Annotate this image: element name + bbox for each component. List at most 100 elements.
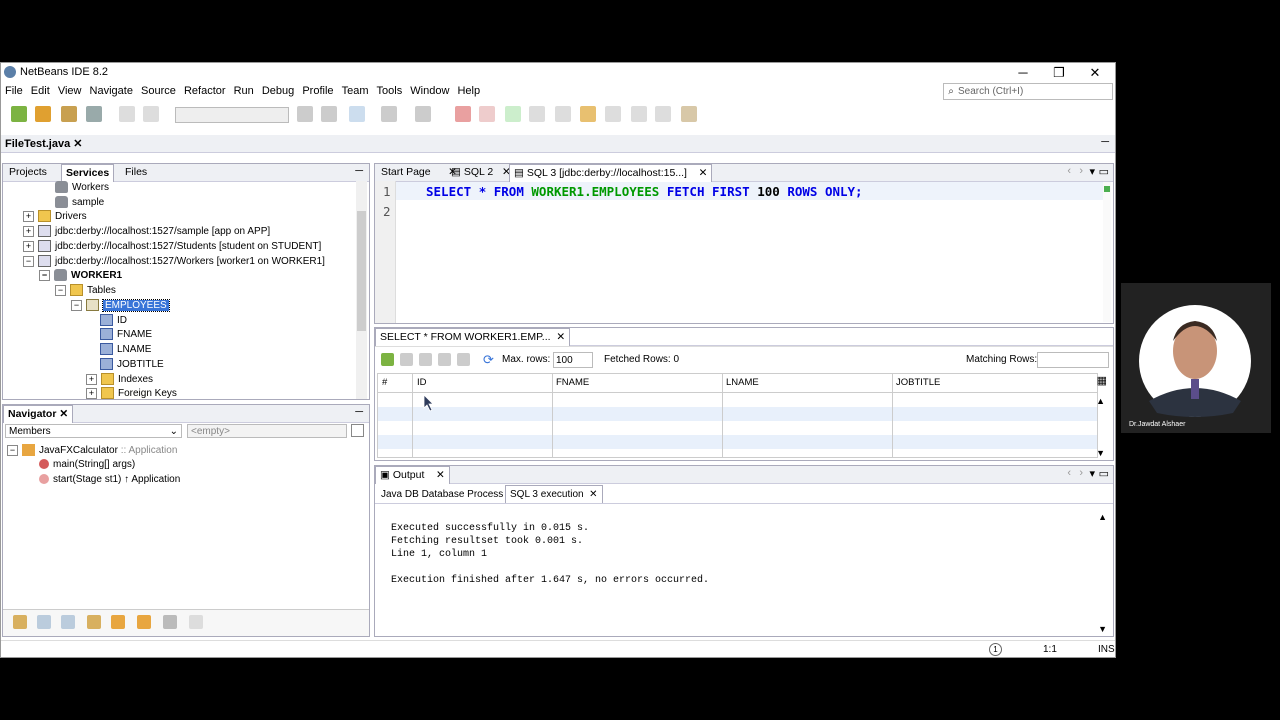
search-input[interactable]: ⌕ Search (Ctrl+I) bbox=[943, 83, 1113, 100]
tree-item[interactable]: ID bbox=[100, 313, 127, 328]
filters-icon[interactable] bbox=[351, 424, 364, 437]
expand-icon[interactable]: + bbox=[23, 240, 34, 252]
tab-sql3-execution[interactable]: SQL 3 execution ✕ bbox=[505, 485, 603, 503]
scroll-down-icon[interactable]: ▼ bbox=[1096, 448, 1105, 458]
column-chooser-icon[interactable]: ▦ bbox=[1097, 374, 1107, 387]
menu-profile[interactable]: Profile bbox=[298, 83, 333, 97]
menu-refactor[interactable]: Refactor bbox=[180, 83, 226, 97]
run-to-cursor-icon[interactable] bbox=[605, 106, 621, 122]
tree-item[interactable]: + Foreign Keys bbox=[86, 386, 177, 401]
tab-projects[interactable]: Projects bbox=[5, 164, 51, 181]
tree-item[interactable]: + Drivers bbox=[23, 209, 87, 224]
tree-item[interactable]: JOBTITLE bbox=[100, 357, 164, 372]
step-into-icon[interactable] bbox=[555, 106, 571, 122]
clean-build-icon[interactable] bbox=[321, 106, 337, 122]
sql-query[interactable]: SELECT * FROM WORKER1.EMPLOYEES FETCH FI… bbox=[426, 184, 863, 199]
members-select[interactable]: Members ⌄ bbox=[5, 424, 182, 438]
expand-icon[interactable]: + bbox=[86, 373, 97, 385]
tree-item[interactable]: − WORKER1 bbox=[39, 268, 122, 283]
column-header[interactable]: FNAME bbox=[556, 374, 589, 392]
sort-name-icon[interactable] bbox=[163, 615, 177, 629]
memory-icon[interactable] bbox=[681, 106, 697, 122]
new-file-icon[interactable] bbox=[11, 106, 27, 122]
new-project-icon[interactable] bbox=[35, 106, 51, 122]
tree-item[interactable]: start(Stage st1) ↑ Application bbox=[39, 472, 180, 487]
minimize-button[interactable]: ─ bbox=[1005, 63, 1041, 83]
tree-item[interactable]: − jdbc:derby://localhost:1527/Workers [wo… bbox=[23, 254, 325, 269]
tab-output[interactable]: ▣ Output ✕ bbox=[375, 466, 450, 484]
build-icon[interactable] bbox=[297, 106, 313, 122]
truncate-icon[interactable] bbox=[457, 353, 470, 366]
tree-item[interactable]: + jdbc:derby://localhost:1527/Students [s… bbox=[23, 239, 321, 254]
tree-item[interactable]: − Tables bbox=[55, 283, 116, 298]
apply-changes-icon[interactable] bbox=[631, 106, 647, 122]
step-out-icon[interactable] bbox=[580, 106, 596, 122]
inherited-icon[interactable] bbox=[13, 615, 27, 629]
collapse-icon[interactable]: − bbox=[23, 255, 34, 267]
step-over-icon[interactable] bbox=[529, 106, 545, 122]
undo-icon[interactable] bbox=[119, 106, 135, 122]
column-header[interactable]: JOBTITLE bbox=[896, 374, 940, 392]
maximize-icon[interactable]: ▭ bbox=[1099, 165, 1109, 178]
filter-select[interactable]: <empty> bbox=[187, 424, 347, 438]
collapse-icon[interactable]: − bbox=[7, 444, 18, 456]
scroll-right-icon[interactable]: › bbox=[1079, 165, 1083, 177]
refresh-icon[interactable]: ⟳ bbox=[483, 352, 494, 368]
scroll-up-icon[interactable]: ▲ bbox=[1096, 396, 1105, 406]
tab-navigator[interactable]: Navigator ✕ bbox=[3, 405, 74, 423]
tree-item[interactable]: sample bbox=[55, 195, 104, 210]
delete-record-icon[interactable] bbox=[400, 353, 413, 366]
fqn-icon[interactable] bbox=[137, 615, 151, 629]
expand-icon[interactable]: + bbox=[23, 225, 34, 237]
collapse-icon[interactable]: − bbox=[71, 299, 82, 311]
cancel-edits-icon[interactable] bbox=[438, 353, 451, 366]
tree-item[interactable]: + Indexes bbox=[86, 372, 153, 387]
tree-item[interactable]: FNAME bbox=[100, 327, 152, 342]
minimize-icon[interactable]: ─ bbox=[355, 165, 363, 177]
tab-sql3[interactable]: ▤ SQL 3 [jdbc:derby://localhost:15...] ✕ bbox=[509, 164, 713, 182]
tree-item[interactable]: − JavaFXCalculator :: Application bbox=[7, 443, 177, 458]
close-button[interactable]: ✕ bbox=[1077, 63, 1113, 83]
scroll-left-icon[interactable]: ‹ bbox=[1067, 165, 1071, 177]
scroll-right-icon[interactable]: › bbox=[1079, 467, 1083, 479]
collapse-icon[interactable]: − bbox=[55, 284, 66, 296]
max-rows-input[interactable] bbox=[553, 352, 593, 368]
menu-help[interactable]: Help bbox=[453, 83, 480, 97]
sort-source-icon[interactable] bbox=[189, 615, 203, 629]
menu-run[interactable]: Run bbox=[230, 83, 254, 97]
fields-icon[interactable] bbox=[37, 615, 51, 629]
tree-item[interactable]: LNAME bbox=[100, 342, 151, 357]
profile-icon[interactable] bbox=[415, 106, 431, 122]
menu-tools[interactable]: Tools bbox=[373, 83, 403, 97]
debug-icon[interactable] bbox=[381, 106, 397, 122]
scrollbar-thumb[interactable] bbox=[357, 211, 366, 331]
redo-icon[interactable] bbox=[143, 106, 159, 122]
open-project-icon[interactable] bbox=[61, 106, 77, 122]
maximize-icon[interactable]: ▭ bbox=[1099, 467, 1109, 480]
stop-icon[interactable] bbox=[455, 106, 471, 122]
minimize-icon[interactable]: ─ bbox=[355, 406, 363, 418]
menu-debug[interactable]: Debug bbox=[258, 83, 294, 97]
scroll-down-icon[interactable]: ▼ bbox=[1098, 624, 1107, 634]
insert-record-icon[interactable] bbox=[381, 353, 394, 366]
chevron-down-icon[interactable]: ▾ bbox=[1089, 165, 1095, 178]
scroll-up-icon[interactable]: ▲ bbox=[1098, 512, 1107, 522]
pause-icon[interactable] bbox=[479, 106, 495, 122]
tree-item[interactable]: + jdbc:derby://localhost:1527/sample [app… bbox=[23, 224, 270, 239]
collapse-icon[interactable]: − bbox=[39, 269, 50, 281]
tab-sql2[interactable]: ▤ SQL 2 ✕ bbox=[447, 164, 515, 181]
tab-files[interactable]: Files bbox=[121, 164, 151, 181]
save-all-icon[interactable] bbox=[86, 106, 102, 122]
tab-results[interactable]: SELECT * FROM WORKER1.EMP... ✕ bbox=[375, 328, 571, 346]
menu-view[interactable]: View bbox=[54, 83, 82, 97]
continue-icon[interactable] bbox=[505, 106, 521, 122]
column-header[interactable]: # bbox=[382, 374, 387, 392]
configuration-combo[interactable] bbox=[175, 107, 289, 123]
notifications-icon[interactable]: 1 bbox=[989, 643, 1002, 656]
lock-icon[interactable] bbox=[87, 615, 101, 629]
matching-rows-input[interactable] bbox=[1037, 352, 1109, 368]
run-icon[interactable] bbox=[349, 106, 365, 122]
tree-item[interactable]: Workers bbox=[55, 180, 109, 195]
tab-filetest[interactable]: FileTest.java ✕ bbox=[5, 137, 83, 150]
tree-item[interactable]: main(String[] args) bbox=[39, 457, 135, 472]
